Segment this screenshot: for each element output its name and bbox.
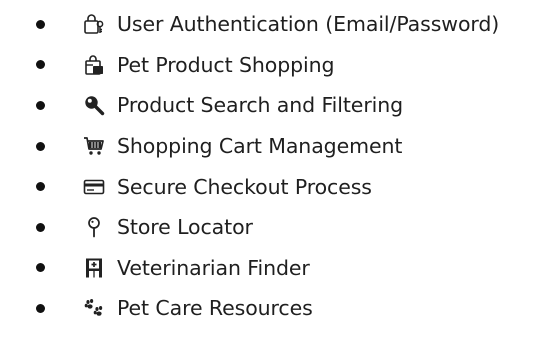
list-item: Shopping Cart Management — [0, 126, 553, 167]
list-item: User Authentication (Email/Password) — [0, 4, 553, 45]
shopping-bags-icon — [82, 53, 106, 77]
hospital-icon — [82, 256, 106, 280]
shopping-cart-icon — [82, 134, 106, 158]
feature-label: Veterinarian Finder — [117, 255, 310, 280]
feature-label: Secure Checkout Process — [117, 174, 372, 199]
list-item: Secure Checkout Process — [0, 166, 553, 207]
feature-label: Product Search and Filtering — [117, 93, 404, 118]
bullet-icon — [36, 60, 45, 70]
locked-with-key-icon — [82, 12, 106, 36]
feature-label: User Authentication (Email/Password) — [117, 12, 500, 37]
bullet-icon — [36, 141, 45, 151]
bullet-icon — [36, 303, 45, 313]
list-item: Veterinarian Finder — [0, 248, 553, 289]
feature-label: Pet Product Shopping — [117, 52, 335, 77]
bullet-icon — [36, 100, 45, 110]
list-item: Pet Care Resources — [0, 288, 553, 329]
bullet-icon — [36, 222, 45, 232]
feature-list: User Authentication (Email/Password) Pet… — [0, 4, 553, 329]
map-pin-icon — [82, 215, 106, 239]
bullet-icon — [36, 182, 45, 192]
magnifying-glass-icon — [82, 93, 106, 117]
credit-card-icon — [82, 175, 106, 199]
paw-prints-icon — [82, 296, 106, 320]
bullet-icon — [36, 263, 45, 273]
feature-label: Pet Care Resources — [117, 296, 313, 321]
bullet-icon — [36, 19, 45, 29]
feature-label: Shopping Cart Management — [117, 133, 403, 158]
list-item: Product Search and Filtering — [0, 85, 553, 126]
list-item: Store Locator — [0, 207, 553, 248]
feature-label: Store Locator — [117, 215, 253, 240]
list-item: Pet Product Shopping — [0, 45, 553, 86]
